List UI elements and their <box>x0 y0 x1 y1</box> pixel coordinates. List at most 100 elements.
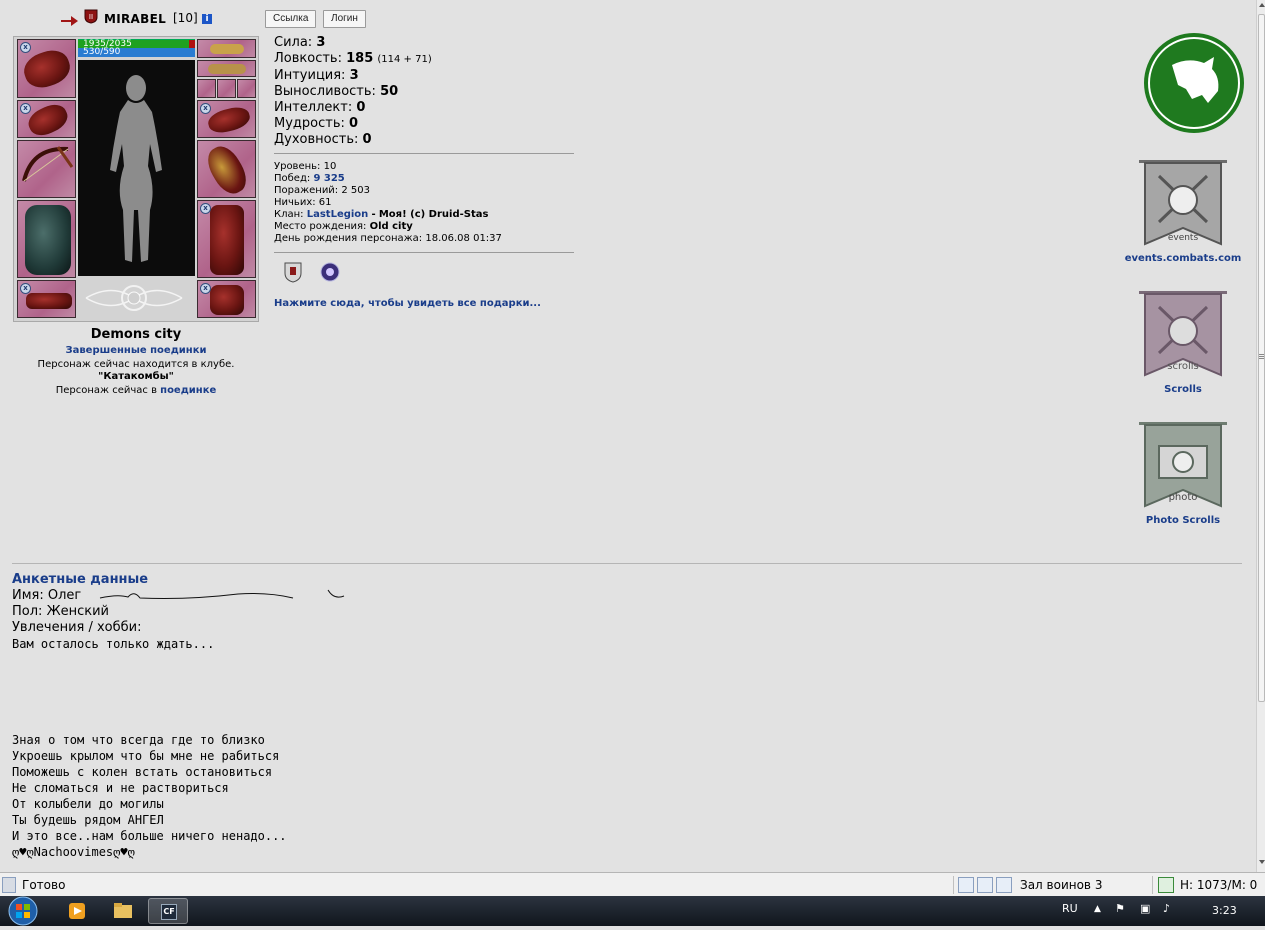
mp-bar: 530/590 <box>78 47 195 57</box>
location-text: Зал воинов 3 <box>1020 878 1103 892</box>
scrolls-banner-icon[interactable]: scrolls <box>1137 287 1229 379</box>
combats-app-button[interactable]: CF <box>148 898 188 924</box>
stat-row: Ловкость: 185 (114 + 71) <box>274 51 432 68</box>
photo-banner-icon[interactable]: photo <box>1137 418 1229 510</box>
vertical-scrollbar[interactable] <box>1256 0 1265 872</box>
ring-slot-1[interactable] <box>197 79 216 98</box>
clan-label: Клан: <box>274 209 304 220</box>
tray-expand-icon[interactable]: ▲ <box>1094 904 1101 914</box>
status-separator <box>953 876 954 894</box>
svg-text:II: II <box>89 13 93 21</box>
city-name: Demons city <box>90 327 182 342</box>
female-silhouette-icon <box>110 75 162 262</box>
shield-slot[interactable] <box>197 140 256 198</box>
status-text: Готово <box>22 878 66 892</box>
birthday-label: День рождения персонажа: <box>274 233 423 244</box>
character-image[interactable] <box>78 60 195 276</box>
boots-slot[interactable]: x <box>197 280 256 318</box>
gender-label: Пол: <box>12 604 43 619</box>
photo-scrolls-link[interactable]: Photo Scrolls <box>1113 515 1253 526</box>
info-icon[interactable]: i <box>202 14 212 24</box>
helmet-slot[interactable]: x <box>17 39 76 98</box>
align-shield-icon[interactable]: II <box>84 9 98 24</box>
character-info: Уровень: 10 Побед: 9 325 Поражений: 2 50… <box>274 161 502 245</box>
poem-line: Поможешь с колен встать остановиться <box>12 765 273 779</box>
scroll-grip-icon <box>1259 354 1264 355</box>
ring-slot-3[interactable] <box>237 79 256 98</box>
wins-link[interactable]: 9 325 <box>313 173 344 184</box>
bracers-slot[interactable]: x <box>17 100 76 138</box>
enchant-badge-icon: x <box>200 203 211 214</box>
enchant-badge-icon: x <box>20 42 31 53</box>
enchant-badge-icon: x <box>20 103 31 114</box>
stat-value: 50 <box>380 84 399 99</box>
hobby-line: Вам осталось только ждать... <box>12 637 215 651</box>
scroll-down-icon[interactable] <box>1259 860 1265 864</box>
stat-label: Интеллект: <box>274 100 353 115</box>
action-center-icon[interactable]: ⚑ <box>1115 902 1125 915</box>
scrolls-link[interactable]: Scrolls <box>1113 384 1253 395</box>
amulet-slot[interactable] <box>197 60 256 77</box>
stat-row: Интуиция: 3 <box>274 68 432 84</box>
arrow-icon[interactable] <box>61 11 79 26</box>
clan-emblem-icon <box>82 281 186 315</box>
stat-value: 0 <box>349 116 359 131</box>
taskbar: CF RU ▲ ⚑ ▣ ♪ 3:23 <box>0 896 1265 926</box>
events-banner-icon[interactable]: events <box>1137 156 1229 248</box>
character-nickname: MIRABEL <box>104 12 167 26</box>
sync-icon[interactable] <box>1158 877 1174 893</box>
refresh-icon[interactable] <box>958 877 974 893</box>
network-icon[interactable]: ▣ <box>1140 902 1150 915</box>
losses-label: Поражений: <box>274 185 339 196</box>
profile-section: Анкетные данные Имя: Олег Пол: Женский У… <box>12 572 214 652</box>
level-label: Уровень: <box>274 161 321 172</box>
page-icon <box>2 877 16 893</box>
armor-slot[interactable] <box>17 200 76 278</box>
clock[interactable]: 3:23 <box>1212 904 1237 917</box>
scroll-thumb[interactable] <box>1258 14 1265 702</box>
gift-badge-icon[interactable] <box>319 260 341 284</box>
login-button[interactable]: Логин <box>323 10 366 28</box>
scrolls-emblem-text: scrolls <box>1167 361 1198 372</box>
stat-label: Выносливость: <box>274 84 376 99</box>
clan-separator: - <box>371 209 376 220</box>
pants-slot[interactable]: x <box>197 200 256 278</box>
start-button-icon[interactable] <box>4 896 42 926</box>
stat-row: Сила: 3 <box>274 35 432 51</box>
stat-value: 0 <box>362 132 372 147</box>
stat-bonus: (114 + 71) <box>377 54 432 65</box>
poem-line: И это все..нам больше ничего ненадо... <box>12 829 287 843</box>
scroll-up-icon[interactable] <box>1259 3 1265 7</box>
mp-text: 530/590 <box>83 47 121 57</box>
poem: Зная о том что всегда где то близко Укро… <box>12 732 287 860</box>
notes-icon[interactable] <box>977 877 993 893</box>
hp-missing <box>189 40 195 48</box>
browser-page: II MIRABEL [10] i Ссылка Логин x x x 193… <box>0 0 1256 872</box>
goat-logo-icon[interactable] <box>1144 33 1244 133</box>
inventory-icon[interactable] <box>996 877 1012 893</box>
fight-link[interactable]: поединке <box>160 385 216 396</box>
clan-link[interactable]: LastLegion <box>307 209 369 220</box>
weapon-slot[interactable] <box>17 140 76 198</box>
belt-slot[interactable]: x <box>17 280 76 318</box>
status-separator <box>1152 876 1153 894</box>
earrings-slot[interactable] <box>197 39 256 58</box>
stat-row: Выносливость: 50 <box>274 84 432 100</box>
finished-fights-link[interactable]: Завершенные поединки <box>13 345 259 356</box>
events-link[interactable]: events.combats.com <box>1113 253 1253 264</box>
hp-mp-counter: H: 1073/M: 0 <box>1180 878 1258 892</box>
gloves-slot[interactable]: x <box>197 100 256 138</box>
media-player-icon[interactable] <box>57 898 97 924</box>
clan-badge-icon[interactable] <box>282 260 304 284</box>
volume-icon[interactable]: ♪ <box>1163 902 1170 915</box>
section-divider <box>12 563 1242 564</box>
language-indicator[interactable]: RU <box>1062 902 1078 915</box>
link-button[interactable]: Ссылка <box>265 10 317 28</box>
ring-slot-2[interactable] <box>217 79 236 98</box>
folder-icon[interactable] <box>103 898 143 924</box>
photo-emblem-text: photo <box>1169 492 1198 503</box>
enchant-badge-icon: x <box>200 103 211 114</box>
stat-label: Интуиция: <box>274 68 346 83</box>
gifts-link[interactable]: Нажмите сюда, чтобы увидеть все подарки.… <box>274 298 541 309</box>
combats-app-icon: CF <box>161 904 177 920</box>
